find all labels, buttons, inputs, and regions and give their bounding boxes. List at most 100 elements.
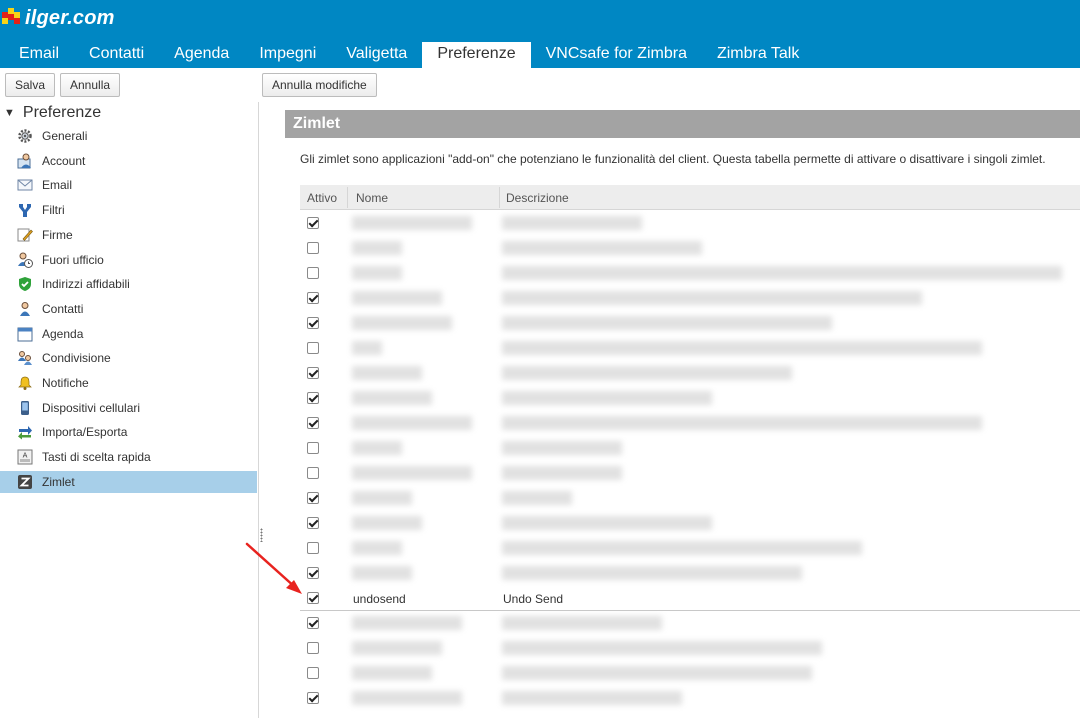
tab-valigetta[interactable]: Valigetta <box>331 42 422 68</box>
sidebar-item-generali[interactable]: Generali <box>0 125 257 147</box>
zimlet-enable-checkbox[interactable] <box>307 317 319 329</box>
redacted-name-cell <box>352 666 432 680</box>
save-button[interactable]: Salva <box>5 73 56 97</box>
redacted-name-cell <box>352 391 432 405</box>
table-row[interactable] <box>300 486 1080 511</box>
zimlet-enable-checkbox[interactable] <box>307 417 319 429</box>
sidebar-item-label: Importa/Esporta <box>42 425 128 440</box>
zimlet-enable-checkbox[interactable] <box>307 667 319 679</box>
sidebar-item-contatti[interactable]: Contatti <box>0 298 257 320</box>
sidebar-item-condivisione[interactable]: Condivisione <box>0 347 257 369</box>
sidebar-item-email[interactable]: Email <box>0 174 257 196</box>
column-header-active[interactable]: Attivo <box>307 191 337 205</box>
sidebar-item-label: Agenda <box>42 326 84 341</box>
zimlet-enable-checkbox[interactable] <box>307 242 319 254</box>
sidebar-item-agenda[interactable]: Agenda <box>0 323 257 345</box>
zimlet-enable-checkbox[interactable] <box>307 517 319 529</box>
table-row[interactable] <box>300 436 1080 461</box>
column-header-name[interactable]: Nome <box>356 191 388 205</box>
sidebar-item-firme[interactable]: Firme <box>0 224 257 246</box>
tab-vncsafe-for-zimbra[interactable]: VNCsafe for Zimbra <box>531 42 702 68</box>
table-row[interactable] <box>300 511 1080 536</box>
sidebar-item-dispositivi-cellulari[interactable]: Dispositivi cellulari <box>0 397 257 419</box>
zimlet-enable-checkbox[interactable] <box>307 567 319 579</box>
zimlet-enable-checkbox[interactable] <box>307 392 319 404</box>
table-row[interactable] <box>300 211 1080 236</box>
section-description: Gli zimlet sono applicazioni "add-on" ch… <box>300 152 1046 166</box>
sidebar-item-label: Zimlet <box>42 474 75 489</box>
zimlet-enable-checkbox[interactable] <box>307 692 319 704</box>
zimlet-enable-checkbox[interactable] <box>307 617 319 629</box>
cancel-button[interactable]: Annulla <box>60 73 121 97</box>
sidebar-header[interactable]: ▼ Preferenze <box>4 104 101 122</box>
table-row[interactable] <box>300 311 1080 336</box>
redacted-description-cell <box>502 266 1062 280</box>
zimlet-enable-checkbox[interactable] <box>307 542 319 554</box>
table-row[interactable] <box>300 686 1080 711</box>
sidebar-item-indirizzi-affidabili[interactable]: Indirizzi affidabili <box>0 273 257 295</box>
tab-zimbra-talk[interactable]: Zimbra Talk <box>702 42 814 68</box>
redacted-name-cell <box>352 241 402 255</box>
zimlet-enable-checkbox[interactable] <box>307 217 319 229</box>
redacted-name-cell <box>352 516 422 530</box>
redacted-description-cell <box>502 541 862 555</box>
tab-agenda[interactable]: Agenda <box>159 42 244 68</box>
table-row[interactable] <box>300 461 1080 486</box>
zimlet-enable-checkbox[interactable] <box>307 442 319 454</box>
table-row[interactable] <box>300 611 1080 636</box>
zimlet-enable-checkbox[interactable] <box>307 467 319 479</box>
zimlet-enable-checkbox[interactable] <box>307 642 319 654</box>
table-row[interactable] <box>300 261 1080 286</box>
tab-preferenze[interactable]: Preferenze <box>422 42 531 68</box>
table-row[interactable] <box>300 236 1080 261</box>
undo-changes-button[interactable]: Annulla modifiche <box>262 73 377 97</box>
zimlet-icon <box>17 474 33 490</box>
redacted-description-cell <box>502 691 682 705</box>
svg-text:A: A <box>23 452 28 460</box>
tab-contatti[interactable]: Contatti <box>74 42 159 68</box>
sidebar-item-label: Account <box>42 153 86 168</box>
app-header: ilger.com Email Contatti Agenda Impegni Vali… <box>0 0 1080 68</box>
account-icon <box>17 153 33 169</box>
pane-splitter[interactable] <box>258 102 264 718</box>
logo[interactable]: ilger.com <box>2 6 115 30</box>
tab-impegni[interactable]: Impegni <box>244 42 331 68</box>
table-row[interactable] <box>300 411 1080 436</box>
zimlet-enable-checkbox[interactable] <box>307 492 319 504</box>
tab-email[interactable]: Email <box>4 42 74 68</box>
redacted-name-cell <box>352 416 472 430</box>
sidebar-item-fuori-ufficio[interactable]: Fuori ufficio <box>0 249 257 271</box>
sidebar-item-importa-esporta[interactable]: Importa/Esporta <box>0 421 257 443</box>
zimlet-enable-checkbox[interactable] <box>307 342 319 354</box>
sidebar-item-account[interactable]: Account <box>0 150 257 172</box>
zimlet-enable-checkbox[interactable] <box>307 292 319 304</box>
sidebar-item-notifiche[interactable]: Notifiche <box>0 372 257 394</box>
sidebar-item-label: Dispositivi cellulari <box>42 400 141 415</box>
redacted-description-cell <box>502 641 822 655</box>
table-row[interactable] <box>300 661 1080 686</box>
table-row[interactable] <box>300 636 1080 661</box>
table-row[interactable] <box>300 386 1080 411</box>
zimlet-enable-checkbox[interactable] <box>307 367 319 379</box>
sidebar-item-zimlet[interactable]: Zimlet <box>0 470 257 493</box>
redacted-description-cell <box>502 366 792 380</box>
redacted-description-cell <box>502 666 812 680</box>
calendar-icon <box>17 326 33 342</box>
table-row[interactable] <box>300 561 1080 586</box>
redacted-name-cell <box>352 566 412 580</box>
table-row[interactable] <box>300 336 1080 361</box>
column-header-description[interactable]: Descrizione <box>506 191 569 205</box>
zimlet-enable-checkbox[interactable] <box>307 592 319 604</box>
splitter-grip-icon[interactable] <box>260 528 263 542</box>
table-row[interactable] <box>300 536 1080 561</box>
zimlet-enable-checkbox[interactable] <box>307 267 319 279</box>
column-divider <box>347 187 348 208</box>
table-row[interactable] <box>300 361 1080 386</box>
sidebar-item-tasti-di-scelta-rapida[interactable]: A Tasti di scelta rapida <box>0 446 257 468</box>
sidebar-item-filtri[interactable]: Filtri <box>0 199 257 221</box>
table-row[interactable] <box>300 286 1080 311</box>
redacted-description-cell <box>502 616 662 630</box>
table-row[interactable]: undosend Undo Send <box>300 586 1080 611</box>
collapse-triangle-icon[interactable]: ▼ <box>4 107 15 119</box>
redacted-name-cell <box>352 466 472 480</box>
